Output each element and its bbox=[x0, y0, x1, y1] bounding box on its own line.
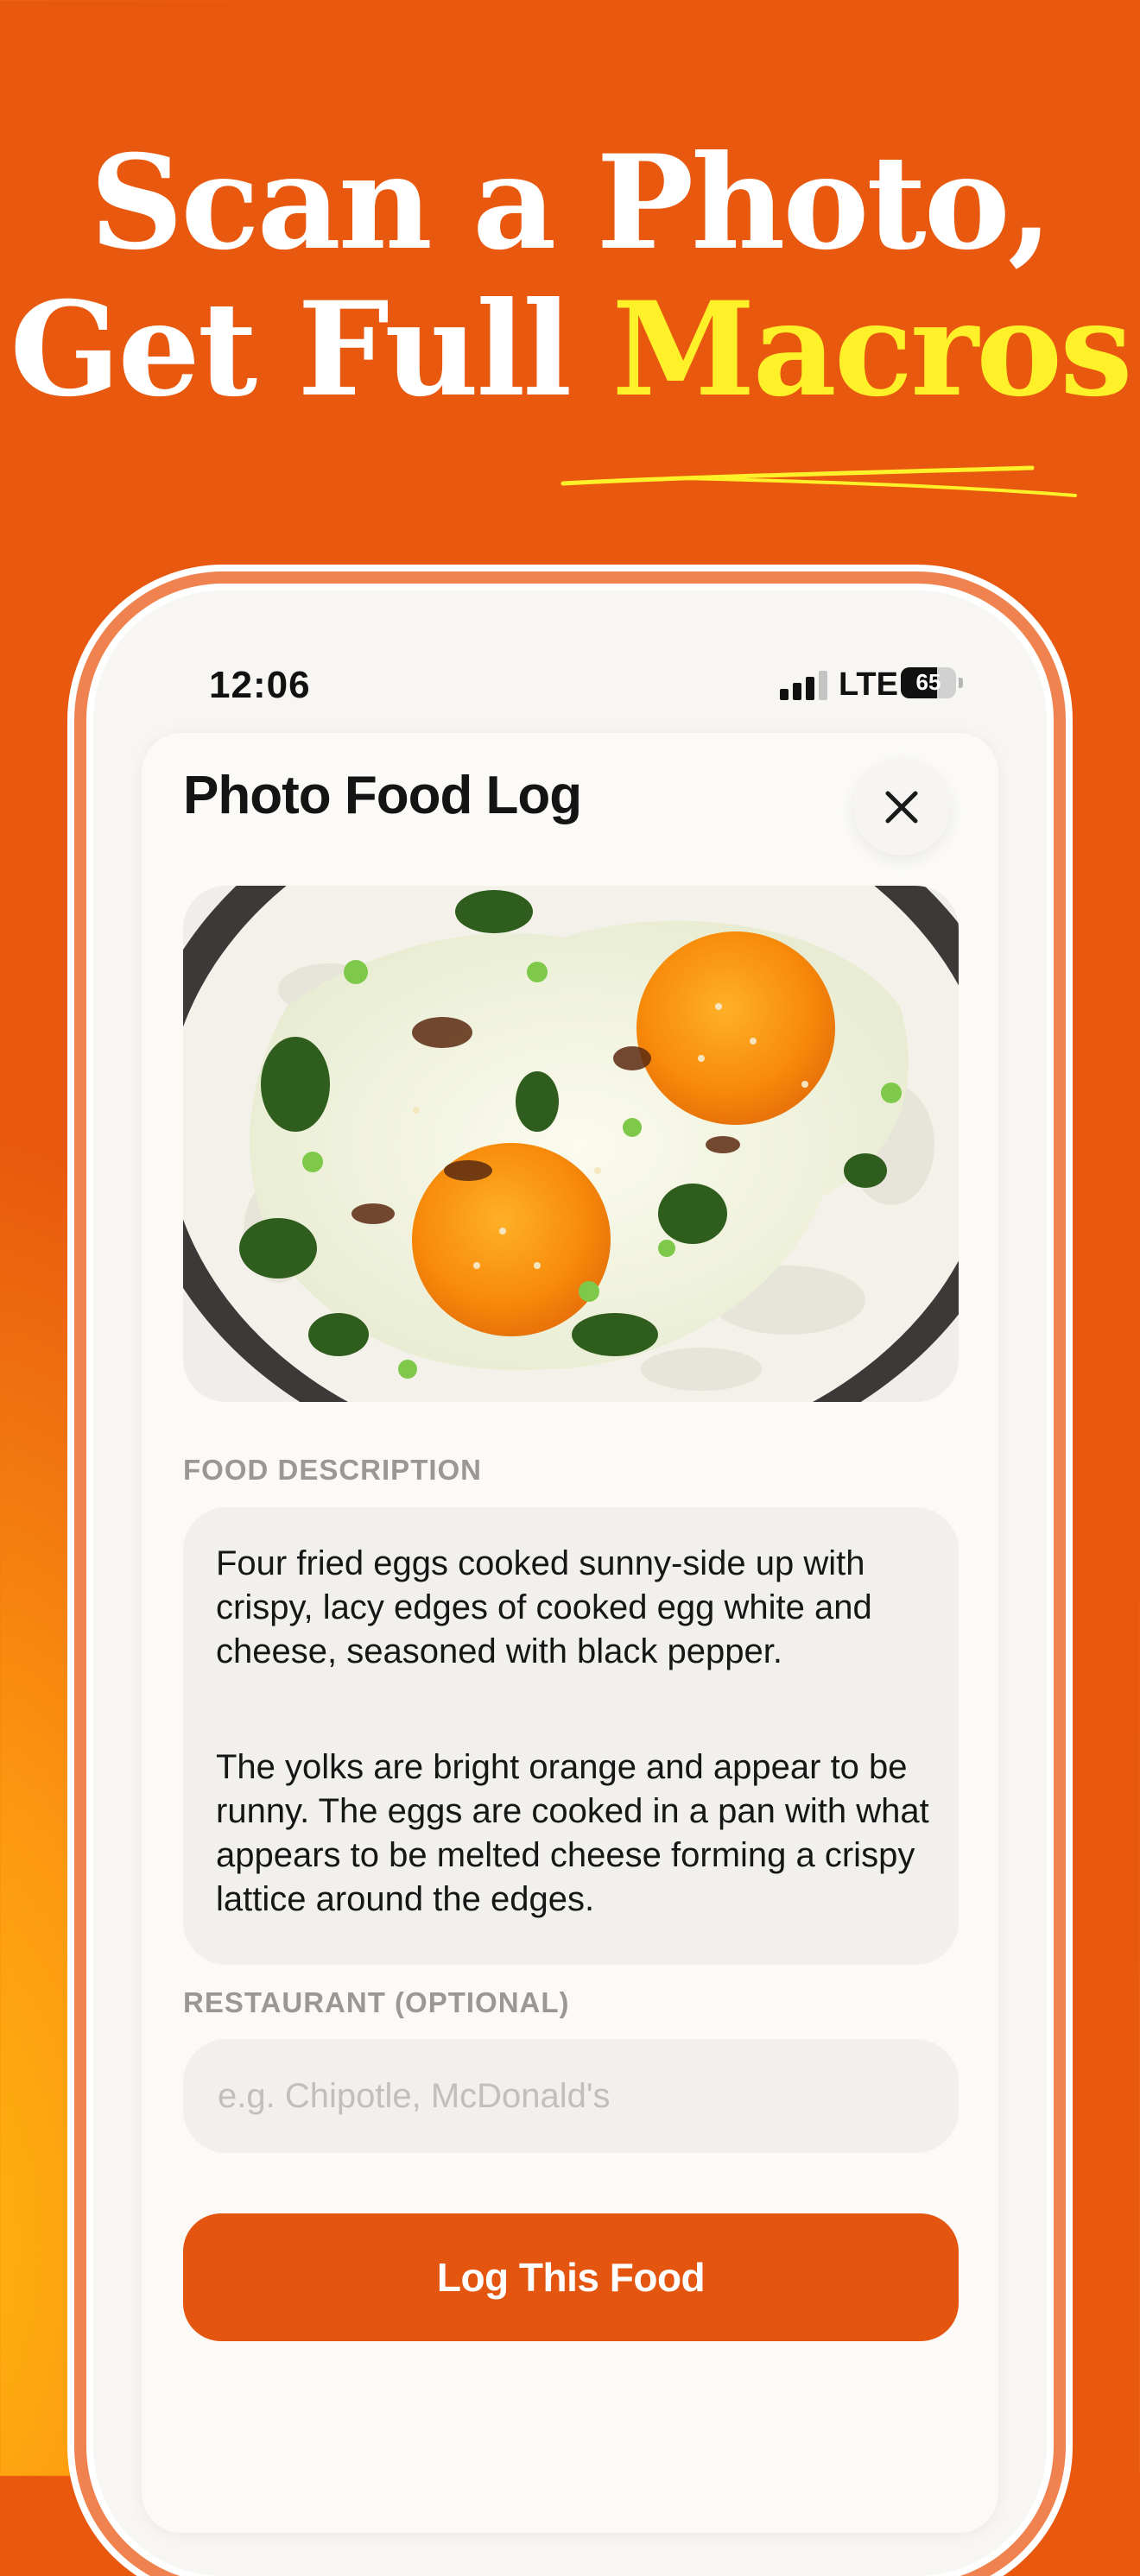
status-bar: 12:06 LTE 65 bbox=[93, 590, 1047, 706]
battery-icon: 65 bbox=[901, 667, 956, 698]
food-description-label: FOOD DESCRIPTION bbox=[183, 1454, 483, 1486]
battery-level: 65 bbox=[915, 669, 941, 695]
restaurant-label: RESTAURANT (OPTIONAL) bbox=[183, 1986, 570, 2018]
signal-icon bbox=[780, 671, 832, 700]
food-photo bbox=[183, 886, 959, 1402]
food-description-paragraph-1: Four fried eggs cooked sunny-side up wit… bbox=[216, 1544, 872, 1670]
log-food-button[interactable]: Log This Food bbox=[183, 2213, 959, 2341]
highlight-underline bbox=[560, 465, 1077, 497]
headline: Scan a Photo, Get Full Macros bbox=[0, 129, 1140, 423]
close-icon bbox=[885, 791, 918, 824]
status-time: 12:06 bbox=[209, 664, 311, 706]
headline-highlight: Macros bbox=[611, 274, 1133, 426]
battery-tip bbox=[959, 678, 963, 688]
phone-frame: 12:06 LTE 65 Photo Food Log FOOD DESCRIP… bbox=[93, 590, 1047, 2576]
headline-line-2-prefix: Get Full bbox=[10, 274, 572, 426]
page-title: Photo Food Log bbox=[183, 766, 582, 825]
network-label: LTE bbox=[839, 666, 898, 703]
close-button[interactable] bbox=[853, 759, 950, 856]
food-description-field[interactable]: Four fried eggs cooked sunny-side up wit… bbox=[183, 1507, 959, 1965]
restaurant-input[interactable] bbox=[216, 2067, 928, 2125]
headline-line-2: Get Full Macros bbox=[0, 276, 1140, 423]
restaurant-field[interactable] bbox=[183, 2039, 959, 2153]
food-description-paragraph-2: The yolks are bright orange and appear t… bbox=[216, 1748, 929, 1918]
headline-line-1: Scan a Photo, bbox=[89, 127, 1053, 279]
food-photo-image bbox=[183, 886, 959, 1402]
